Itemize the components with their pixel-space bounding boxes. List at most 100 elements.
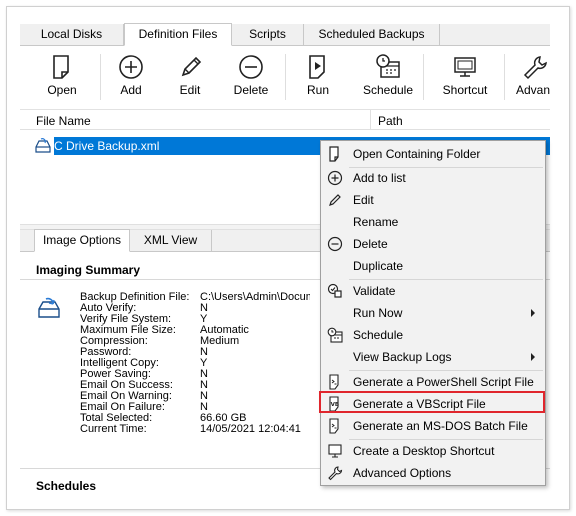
minus-circle-icon [239,55,263,79]
main-tab-bar: Local Disks Definition Files Scripts Sch… [20,23,550,46]
plus-circle-icon [119,55,143,79]
menu-item-advanced-options[interactable]: Advanced Options [323,462,543,484]
menu-item-validate[interactable]: Validate [323,280,543,302]
open-button[interactable]: Open [34,50,90,106]
column-file-name[interactable]: File Name [36,114,91,128]
tab-local-disks[interactable]: Local Disks [20,24,124,45]
add-label: Add [120,83,142,97]
menu-item-view-logs[interactable]: View Backup Logs [323,346,543,368]
summary-value: Automatic [200,325,249,336]
monitor-icon [454,57,476,77]
file-icon [53,55,69,79]
schedule-icon [327,327,343,343]
file-list-header: File Name Path [20,110,550,130]
menu-item-edit[interactable]: Edit [323,189,543,211]
menu-item-create-shortcut[interactable]: Create a Desktop Shortcut [323,440,543,462]
schedule-button[interactable]: Schedule [359,50,417,106]
run-button[interactable]: Run [290,50,346,106]
run-label: Run [306,83,329,97]
menu-item-label: Duplicate [353,259,404,273]
summary-value: N [200,369,208,380]
menu-item-label: Run Now [353,306,403,320]
menu-item-add-to-list[interactable]: Add to list [323,167,543,189]
summary-value: Y [200,358,208,369]
menu-item-label: View Backup Logs [353,350,452,364]
delete-label: Delete [233,83,269,97]
tab-scripts[interactable]: Scripts [232,24,304,45]
pencil-icon [329,194,341,206]
toolbar-divider [100,54,101,100]
wrench-icon [328,466,343,481]
summary-value: C:\Users\Admin\Documents\Reflect\C Drive… [200,292,310,303]
menu-item-schedule[interactable]: Schedule [323,324,543,346]
summary-value: N [200,347,208,358]
toolbar-divider [423,54,424,100]
menu-item-label: Edit [353,193,374,207]
shortcut-button[interactable]: Shortcut [436,50,494,106]
subtab-spacer [20,230,34,251]
batch-file-icon [329,418,339,434]
menu-item-label: Schedule [353,328,404,342]
monitor-icon [328,444,342,458]
toolbar: Open Add Edit Delete Run Schedule Shortc… [20,46,550,110]
menu-item-generate-batch[interactable]: Generate an MS-DOS Batch File [323,415,543,437]
summary-value: 66.60 GB [200,413,247,424]
menu-item-rename[interactable]: Rename [323,211,543,233]
summary-value: Medium [200,336,240,347]
menu-item-run-now[interactable]: Run Now [323,302,543,324]
menu-item-open-folder[interactable]: Open Containing Folder [323,143,543,165]
column-divider[interactable] [370,110,371,130]
menu-item-label: Create a Desktop Shortcut [353,444,495,458]
menu-item-label: Advanced Options [353,466,452,480]
advanced-label: Advan [516,83,550,97]
menu-item-duplicate[interactable]: Duplicate [323,255,543,277]
menu-item-label: Generate a PowerShell Script File [353,375,534,389]
add-button[interactable]: Add [103,50,159,106]
shortcut-label: Shortcut [442,83,488,97]
tab-xml-view[interactable]: XML View [130,230,212,251]
column-path[interactable]: Path [378,114,403,128]
validate-icon [327,283,342,298]
tab-definition-files[interactable]: Definition Files [124,23,232,46]
delete-button[interactable]: Delete [223,50,279,106]
submenu-arrow-icon [531,353,535,361]
summary-value: N [200,402,208,413]
minus-circle-icon [327,236,343,252]
edit-label: Edit [179,83,201,97]
backup-definition-icon [35,138,51,153]
edit-button[interactable]: Edit [162,50,218,106]
context-menu: Open Containing Folder Add to list Edit … [320,140,546,486]
schedules-title: Schedules [36,479,97,493]
menu-item-label: Delete [353,237,388,251]
tab-image-options[interactable]: Image Options [34,229,130,252]
menu-item-delete[interactable]: Delete [323,233,543,255]
schedule-icon [376,54,400,78]
summary-value: Y [200,314,208,325]
menu-item-label: Rename [353,215,399,229]
menu-item-label: Open Containing Folder [353,147,481,161]
plus-circle-icon [327,170,343,186]
summary-value: N [200,303,208,314]
menu-item-generate-powershell[interactable]: Generate a PowerShell Script File [323,371,543,393]
wrench-icon [523,56,547,80]
imaging-summary-title: Imaging Summary [36,263,141,277]
run-file-icon [309,55,325,79]
file-name: C Drive Backup.xml [54,139,160,153]
backup-drive-icon [38,297,60,318]
pencil-icon [181,56,202,77]
powershell-script-icon [329,374,339,390]
summary-value: N [200,380,208,391]
toolbar-divider [285,54,286,100]
summary-value: N [200,391,208,402]
file-icon [329,146,339,162]
schedule-label: Schedule [362,83,414,97]
tab-scheduled-backups[interactable]: Scheduled Backups [304,24,440,45]
open-label: Open [47,83,77,97]
menu-item-label: Validate [353,284,396,298]
summary-value: 14/05/2021 12:04:41 [200,424,301,435]
menu-item-label: Add to list [353,171,406,185]
advanced-button[interactable]: Advan [516,50,550,106]
highlight-box [319,391,545,413]
menu-item-label: Generate an MS-DOS Batch File [353,419,528,433]
summary-key: Current Time: [80,423,147,435]
